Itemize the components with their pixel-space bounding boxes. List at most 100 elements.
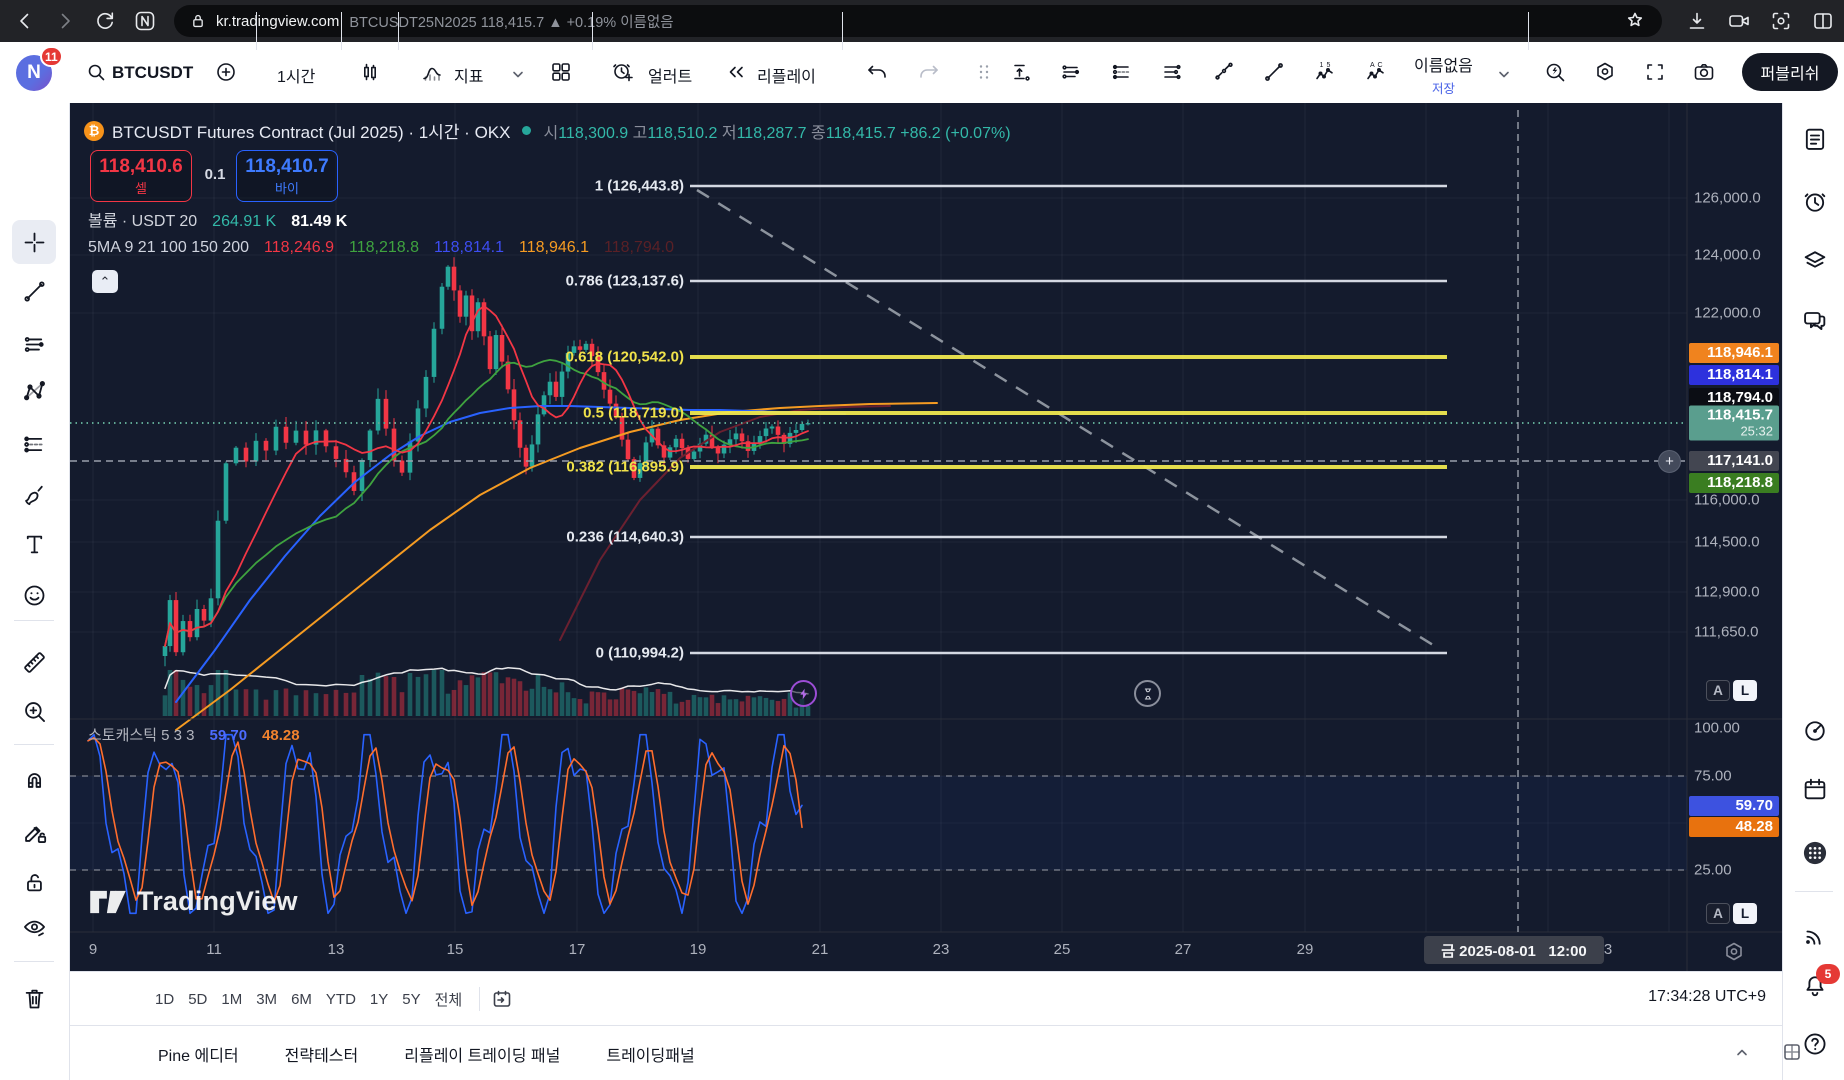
redo-icon[interactable] — [917, 60, 941, 84]
clock-timezone[interactable]: 17:34:28 UTC+9 — [1648, 988, 1766, 1006]
remove-drawings-tool[interactable] — [12, 976, 56, 1020]
calendar-icon[interactable] — [1801, 775, 1829, 803]
alert-button[interactable]: 얼러트 — [648, 63, 692, 87]
indicators-icon[interactable] — [420, 60, 444, 84]
save-button[interactable]: 저장 — [1414, 78, 1473, 97]
replay-button[interactable]: 리플레이 — [757, 63, 816, 87]
crosshair-tool[interactable] — [12, 220, 56, 264]
emoji-tool[interactable] — [12, 573, 56, 617]
price-log-scale-button[interactable]: L — [1733, 680, 1757, 701]
alert-icon[interactable] — [610, 60, 634, 84]
lightning-replay-icon[interactable] — [790, 680, 817, 707]
fib-level-label[interactable]: 0.5 (118,719.0) — [0, 405, 684, 422]
fib-channel-tool-icon[interactable] — [1160, 60, 1184, 84]
bottom-tab-1[interactable]: 전략테스터 — [285, 1042, 359, 1066]
market-status-dot[interactable] — [522, 126, 532, 135]
time-axis-tick: 13 — [327, 941, 345, 958]
stoch-auto-scale-button[interactable]: A — [1706, 903, 1730, 924]
chart-title[interactable]: BTCUSDT Futures Contract (Jul 2025) · 1시… — [112, 118, 510, 143]
range-button-1d[interactable]: 1D — [148, 986, 181, 1013]
target-icon[interactable] — [1801, 717, 1829, 745]
split-view-icon[interactable] — [1810, 8, 1836, 34]
range-button-5y[interactable]: 5Y — [395, 986, 427, 1013]
browser-reload-icon[interactable] — [92, 8, 118, 34]
publish-button[interactable]: 퍼블리쉬 — [1742, 53, 1838, 91]
url-text[interactable]: kr.tradingview.com — [216, 13, 339, 30]
browser-back-icon[interactable] — [12, 8, 38, 34]
watchlist-icon[interactable] — [1801, 125, 1829, 153]
help-icon[interactable] — [1801, 1030, 1829, 1058]
hide-drawings-tool[interactable] — [12, 905, 56, 949]
symbol-search-icon[interactable] — [84, 60, 108, 84]
layout-grid-icon[interactable] — [549, 60, 573, 84]
video-icon[interactable] — [1726, 8, 1752, 34]
range-button-6m[interactable]: 6M — [284, 986, 319, 1013]
fullscreen-icon[interactable] — [1643, 60, 1667, 84]
range-button-3m[interactable]: 3M — [249, 986, 284, 1013]
drag-handle-icon[interactable] — [972, 60, 996, 84]
capture-icon[interactable] — [1768, 8, 1794, 34]
range-button-전체[interactable]: 전체 — [428, 984, 470, 1015]
layout-chevron-icon[interactable] — [1492, 62, 1516, 86]
fib-level-label[interactable]: 1 (126,443.8) — [0, 178, 684, 195]
fib-level-label[interactable]: 0.382 (116,895.9) — [0, 459, 684, 476]
goto-date-icon[interactable] — [490, 987, 514, 1011]
abc-pattern-tool-icon[interactable]: AC — [1364, 60, 1388, 84]
stoch-label[interactable]: 스토캐스틱 5 3 3 — [88, 724, 195, 745]
bottom-tab-2[interactable]: 리플레이 트레이딩 패널 — [404, 1042, 560, 1066]
fib-level-label[interactable]: 0.236 (114,640.3) — [0, 529, 684, 546]
axis-settings-icon[interactable] — [1722, 940, 1744, 962]
ma-label[interactable]: 5MA 9 21 100 150 200 — [88, 239, 249, 257]
lock-drawings-tool[interactable] — [12, 860, 56, 904]
magnet-tool[interactable] — [12, 756, 56, 800]
parallel-slope-tool-icon[interactable] — [1212, 60, 1236, 84]
browser-app-icon[interactable] — [132, 8, 158, 34]
range-button-1m[interactable]: 1M — [214, 986, 249, 1013]
undo-icon[interactable] — [865, 60, 889, 84]
long-position-tool-icon[interactable] — [1010, 60, 1034, 84]
interval-button[interactable]: 1시간 — [277, 63, 315, 87]
chart-style-icon[interactable] — [358, 60, 382, 84]
horizontal-ray-tool-icon[interactable] — [1059, 60, 1083, 84]
range-button-5d[interactable]: 5D — [181, 986, 214, 1013]
chat-icon[interactable] — [1801, 306, 1829, 334]
stoch-log-scale-button[interactable]: L — [1733, 903, 1757, 924]
crosshair-plus-button[interactable]: + — [1658, 450, 1681, 473]
layout-name[interactable]: 이름없음 — [1414, 52, 1473, 76]
snapshot-camera-icon[interactable] — [1692, 60, 1716, 84]
zoom-in-tool[interactable] — [12, 689, 56, 733]
panel-expand-icon[interactable] — [1780, 1040, 1804, 1064]
object-tree-icon[interactable] — [1801, 247, 1829, 275]
browser-forward-icon[interactable] — [52, 8, 78, 34]
layout-save-group[interactable]: 이름없음 저장 — [1414, 52, 1473, 97]
price-auto-scale-button[interactable]: A — [1706, 680, 1730, 701]
compare-add-icon[interactable] — [214, 60, 238, 84]
bookmark-star-icon[interactable] — [1622, 8, 1648, 34]
replay-icon[interactable] — [724, 60, 748, 84]
fib-level-label[interactable]: 0 (110,994.2) — [0, 645, 684, 662]
hourglass-icon[interactable] — [1134, 680, 1161, 707]
brush-tool[interactable] — [12, 471, 56, 515]
elliott-wave-tool-icon[interactable]: 15 — [1313, 60, 1337, 84]
bottom-tab-0[interactable]: Pine 에디터 — [158, 1042, 239, 1066]
drawing-mode-tool[interactable] — [12, 810, 56, 854]
quick-search-icon[interactable] — [1543, 60, 1567, 84]
panel-collapse-icon[interactable] — [1730, 1040, 1754, 1064]
fib-segment-tool-icon[interactable] — [1110, 60, 1134, 84]
bottom-tab-3[interactable]: 트레이딩패널 — [606, 1042, 694, 1066]
price-chip: 117,141.0 — [1689, 451, 1779, 471]
broadcast-icon[interactable] — [1801, 921, 1829, 949]
trend-line-tool-icon[interactable] — [1262, 60, 1286, 84]
settings-hexagon-icon[interactable] — [1593, 60, 1617, 84]
range-button-ytd[interactable]: YTD — [319, 986, 363, 1013]
symbol-name[interactable]: BTCUSDT — [112, 63, 193, 83]
volume-label[interactable]: 볼륨 · USDT 20 — [88, 207, 197, 231]
alarm-clock-icon[interactable] — [1801, 188, 1829, 216]
fib-level-label[interactable]: 0.786 (123,137.6) — [0, 273, 684, 290]
indicators-chevron-icon[interactable] — [506, 62, 530, 86]
indicators-button[interactable]: 지표 — [454, 63, 483, 87]
apps-grid-icon[interactable] — [1801, 839, 1829, 867]
fib-level-label[interactable]: 0.618 (120,542.0) — [0, 349, 684, 366]
download-icon[interactable] — [1684, 8, 1710, 34]
range-button-1y[interactable]: 1Y — [363, 986, 395, 1013]
